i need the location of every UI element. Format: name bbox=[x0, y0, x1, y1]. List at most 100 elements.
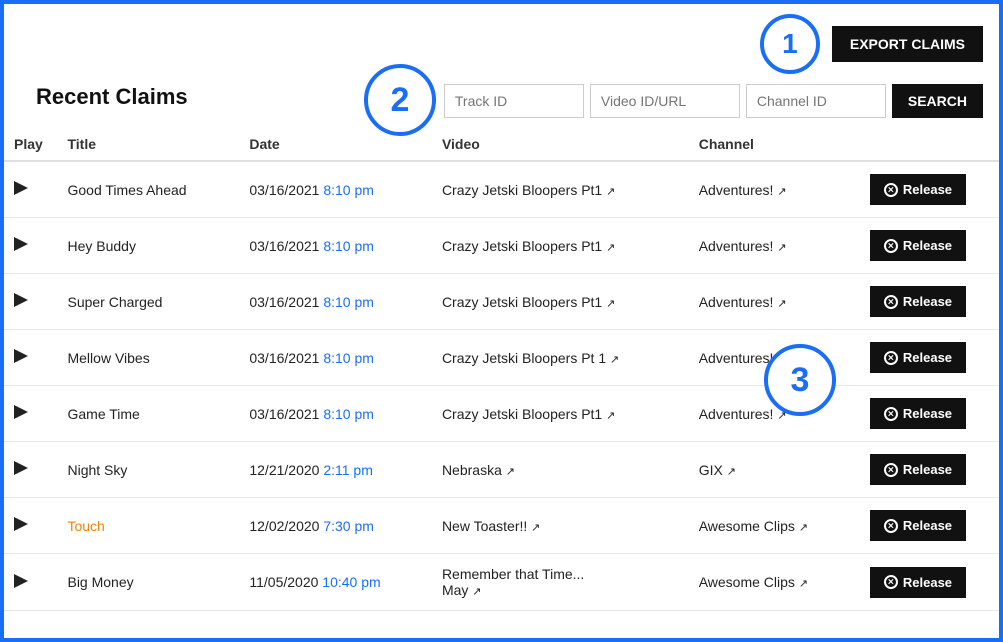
title-cell: Super Charged bbox=[57, 274, 239, 330]
release-label: Release bbox=[903, 294, 952, 309]
play-button[interactable] bbox=[14, 461, 28, 478]
table-row: Touch12/02/2020 7:30 pmNew Toaster!! ↗︎A… bbox=[4, 498, 999, 554]
channel-cell: GIX ↗︎ bbox=[689, 442, 860, 498]
action-cell: Release bbox=[860, 274, 999, 330]
release-label: Release bbox=[903, 182, 952, 197]
play-cell bbox=[4, 498, 57, 554]
release-button[interactable]: Release bbox=[870, 342, 966, 373]
track-title: Super Charged bbox=[67, 294, 162, 310]
channel-external-icon: ↗︎ bbox=[777, 242, 786, 254]
top-bar: 1 EXPORT CLAIMS bbox=[4, 4, 999, 80]
date-value: 03/16/2021 8:10 pm bbox=[249, 182, 374, 198]
release-icon bbox=[884, 183, 898, 197]
badge-1: 1 bbox=[760, 14, 820, 74]
play-button[interactable] bbox=[14, 405, 28, 422]
track-title: Big Money bbox=[67, 574, 133, 590]
channel-external-icon: ↗︎ bbox=[777, 186, 786, 198]
export-claims-button[interactable]: EXPORT CLAIMS bbox=[832, 26, 983, 62]
video-cell: Crazy Jetski Bloopers Pt1 ↗︎ bbox=[432, 386, 689, 442]
play-button[interactable] bbox=[14, 181, 28, 198]
play-button[interactable] bbox=[14, 237, 28, 254]
date-value: 03/16/2021 8:10 pm bbox=[249, 406, 374, 422]
play-cell bbox=[4, 218, 57, 274]
external-link-icon: ↗︎ bbox=[606, 186, 615, 198]
play-button[interactable] bbox=[14, 293, 28, 310]
release-button[interactable]: Release bbox=[870, 398, 966, 429]
external-link-icon: ↗︎ bbox=[531, 522, 540, 534]
external-link-icon: ↗︎ bbox=[472, 586, 481, 598]
col-header-channel: Channel bbox=[689, 128, 860, 161]
action-cell: Release bbox=[860, 218, 999, 274]
date-cell: 03/16/2021 8:10 pm bbox=[239, 386, 432, 442]
release-button[interactable]: Release bbox=[870, 510, 966, 541]
track-title: Good Times Ahead bbox=[67, 182, 186, 198]
title-cell: Touch bbox=[57, 498, 239, 554]
play-icon bbox=[14, 237, 28, 251]
release-button[interactable]: Release bbox=[870, 230, 966, 261]
channel-cell: Adventures! ↗︎ bbox=[689, 218, 860, 274]
date-cell: 03/16/2021 8:10 pm bbox=[239, 330, 432, 386]
title-cell: Hey Buddy bbox=[57, 218, 239, 274]
play-icon bbox=[14, 574, 28, 588]
play-icon bbox=[14, 517, 28, 531]
release-button[interactable]: Release bbox=[870, 454, 966, 485]
release-label: Release bbox=[903, 575, 952, 590]
play-cell bbox=[4, 330, 57, 386]
channel-cell: Awesome Clips ↗︎ bbox=[689, 554, 860, 611]
date-value: 11/05/2020 10:40 pm bbox=[249, 574, 380, 590]
release-icon bbox=[884, 295, 898, 309]
release-icon bbox=[884, 519, 898, 533]
release-button[interactable]: Release bbox=[870, 174, 966, 205]
external-link-icon: ↗︎ bbox=[610, 354, 619, 366]
external-link-icon: ↗︎ bbox=[506, 466, 515, 478]
track-title: Game Time bbox=[67, 406, 139, 422]
action-cell: Release bbox=[860, 498, 999, 554]
release-icon bbox=[884, 463, 898, 477]
search-button[interactable]: SEARCH bbox=[892, 84, 983, 118]
channel-external-icon: ↗︎ bbox=[799, 578, 808, 590]
release-icon bbox=[884, 407, 898, 421]
external-link-icon: ↗︎ bbox=[606, 242, 615, 254]
table-row: Hey Buddy03/16/2021 8:10 pmCrazy Jetski … bbox=[4, 218, 999, 274]
claims-table: Play Title Date Video Channel Good Times… bbox=[4, 128, 999, 611]
channel-id-input[interactable] bbox=[746, 84, 886, 118]
release-label: Release bbox=[903, 462, 952, 477]
play-icon bbox=[14, 181, 28, 195]
release-button[interactable]: Release bbox=[870, 286, 966, 317]
release-button[interactable]: Release bbox=[870, 567, 966, 598]
release-label: Release bbox=[903, 518, 952, 533]
table-row: Good Times Ahead 03/16/2021 8:10 pm Crazy … bbox=[4, 161, 999, 218]
video-cell: Crazy Jetski Bloopers Pt1 ↗︎ bbox=[432, 161, 689, 218]
channel-external-icon: ↗︎ bbox=[777, 298, 786, 310]
play-button[interactable] bbox=[14, 349, 28, 366]
track-title: Touch bbox=[67, 518, 104, 534]
action-cell: Release bbox=[860, 554, 999, 611]
external-link-icon: ↗︎ bbox=[606, 410, 615, 422]
badge-2: 2 bbox=[364, 64, 436, 136]
date-cell: 03/16/2021 8:10 pm bbox=[239, 161, 432, 218]
video-id-input[interactable] bbox=[590, 84, 740, 118]
table-row: Super Charged03/16/2021 8:10 pmCrazy Jet… bbox=[4, 274, 999, 330]
table-row: Game Time 03/16/2021 8:10 pm Crazy Jetski … bbox=[4, 386, 999, 442]
action-cell: Release bbox=[860, 442, 999, 498]
play-cell bbox=[4, 161, 57, 218]
col-header-action bbox=[860, 128, 999, 161]
table-row: Night Sky12/21/2020 2:11 pmNebraska ↗︎GI… bbox=[4, 442, 999, 498]
title-cell: Big Money bbox=[57, 554, 239, 611]
col-header-video: Video bbox=[432, 128, 689, 161]
play-button[interactable] bbox=[14, 517, 28, 534]
track-id-input[interactable] bbox=[444, 84, 584, 118]
play-cell bbox=[4, 554, 57, 611]
channel-cell: Awesome Clips ↗︎ bbox=[689, 498, 860, 554]
date-cell: 03/16/2021 8:10 pm bbox=[239, 274, 432, 330]
play-button[interactable] bbox=[14, 574, 28, 591]
release-label: Release bbox=[903, 350, 952, 365]
title-cell: Game Time bbox=[57, 386, 239, 442]
date-cell: 12/21/2020 2:11 pm bbox=[239, 442, 432, 498]
play-cell bbox=[4, 386, 57, 442]
badge-3: 3 bbox=[764, 344, 836, 416]
action-cell: Release bbox=[860, 330, 999, 386]
action-cell: Release bbox=[860, 386, 999, 442]
col-header-play: Play bbox=[4, 128, 57, 161]
play-icon bbox=[14, 349, 28, 363]
